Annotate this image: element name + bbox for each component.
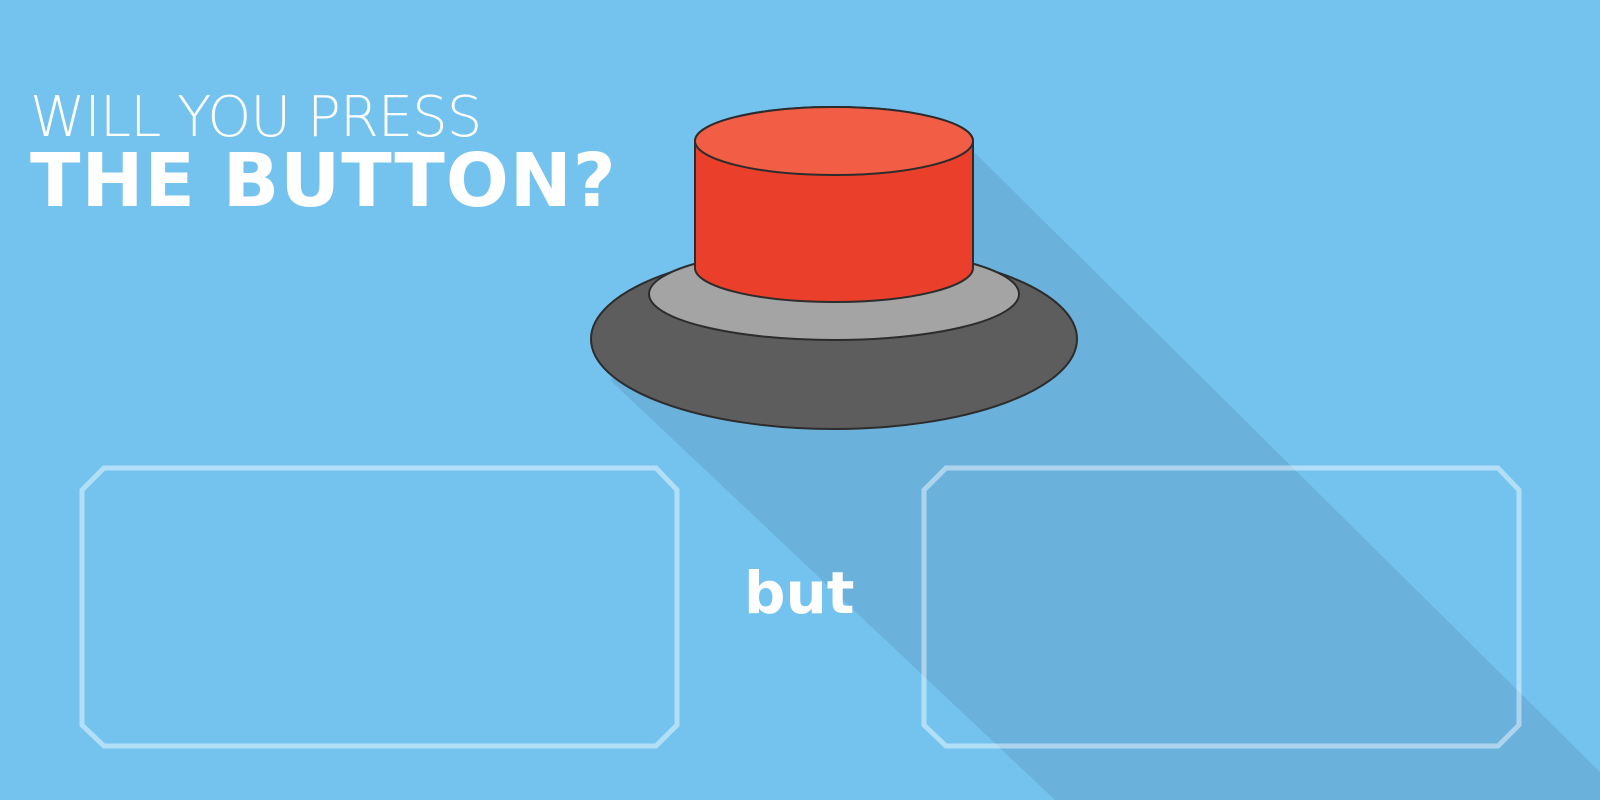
option-right[interactable] xyxy=(924,462,1522,748)
game-stage: WILL YOU PRESS THE BUTTON? but xyxy=(0,0,1600,800)
title-line-2: THE BUTTON? xyxy=(30,138,617,224)
option-left[interactable] xyxy=(82,462,680,748)
red-button[interactable] xyxy=(694,104,974,304)
conjunction-text: but xyxy=(744,559,855,627)
page-title: WILL YOU PRESS THE BUTTON? xyxy=(30,90,617,224)
